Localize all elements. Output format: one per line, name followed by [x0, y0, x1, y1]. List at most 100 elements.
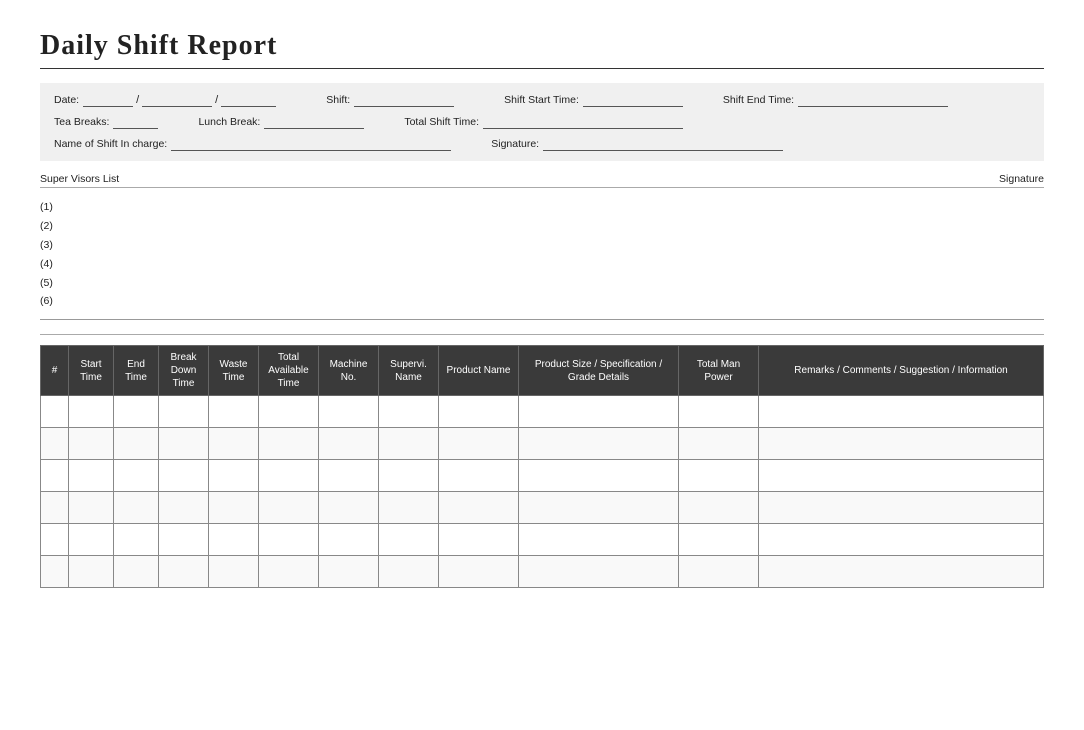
- form-section: Date: / / Shift: Shift Start Time: Shift…: [40, 83, 1044, 161]
- th-supervi-name: Supervi. Name: [379, 346, 439, 396]
- cell-start: [69, 428, 114, 460]
- total-shift-line: [483, 115, 683, 129]
- tea-breaks-field: Tea Breaks:: [54, 115, 158, 129]
- table-body: [41, 396, 1044, 588]
- cell-product-size: [519, 396, 679, 428]
- cell-breakdown: [159, 428, 209, 460]
- cell-product: [439, 556, 519, 588]
- th-start-time: Start Time: [69, 346, 114, 396]
- cell-num: [41, 460, 69, 492]
- cell-start: [69, 556, 114, 588]
- cell-product: [439, 492, 519, 524]
- cell-breakdown: [159, 492, 209, 524]
- cell-total-man: [679, 460, 759, 492]
- cell-product: [439, 460, 519, 492]
- shift-end-label: Shift End Time:: [723, 94, 794, 106]
- cell-breakdown: [159, 460, 209, 492]
- cell-start: [69, 460, 114, 492]
- cell-start: [69, 396, 114, 428]
- cell-total-man: [679, 428, 759, 460]
- shift-end-field: Shift End Time:: [723, 93, 948, 107]
- cell-machine: [319, 460, 379, 492]
- cell-total-man: [679, 556, 759, 588]
- cell-product-size: [519, 556, 679, 588]
- cell-total-avail: [259, 460, 319, 492]
- date-sep2: /: [215, 94, 218, 106]
- cell-total-avail: [259, 428, 319, 460]
- cell-remarks: [759, 492, 1044, 524]
- title-divider: [40, 68, 1044, 69]
- list-item: (6): [40, 292, 1044, 311]
- date-label: Date:: [54, 94, 79, 106]
- cell-product-size: [519, 428, 679, 460]
- supervisors-section: Super Visors List Signature (1) (2) (3) …: [40, 171, 1044, 320]
- supervisors-list-label: Super Visors List: [40, 173, 119, 185]
- cell-waste: [209, 492, 259, 524]
- table-row: [41, 396, 1044, 428]
- tea-breaks-line: [113, 115, 158, 129]
- cell-num: [41, 428, 69, 460]
- cell-product: [439, 428, 519, 460]
- date-sep1: /: [136, 94, 139, 106]
- cell-machine: [319, 492, 379, 524]
- cell-end: [114, 492, 159, 524]
- cell-product-size: [519, 524, 679, 556]
- supervisors-signature-label: Signature: [999, 173, 1044, 185]
- shift-field: Shift:: [326, 93, 454, 107]
- th-num: #: [41, 346, 69, 396]
- table-row: [41, 428, 1044, 460]
- shift-start-label: Shift Start Time:: [504, 94, 579, 106]
- lunch-break-label: Lunch Break:: [198, 116, 260, 128]
- shift-end-line: [798, 93, 948, 107]
- cell-end: [114, 460, 159, 492]
- cell-end: [114, 556, 159, 588]
- cell-supervi: [379, 492, 439, 524]
- list-item: (3): [40, 236, 1044, 255]
- cell-machine: [319, 396, 379, 428]
- cell-num: [41, 492, 69, 524]
- date-year-line: [221, 93, 276, 107]
- shift-start-line: [583, 93, 683, 107]
- cell-num: [41, 556, 69, 588]
- total-shift-label: Total Shift Time:: [404, 116, 479, 128]
- th-total-man-power: Total Man Power: [679, 346, 759, 396]
- cell-end: [114, 396, 159, 428]
- cell-total-avail: [259, 524, 319, 556]
- cell-waste: [209, 460, 259, 492]
- cell-total-avail: [259, 492, 319, 524]
- name-line: [171, 137, 451, 151]
- cell-breakdown: [159, 524, 209, 556]
- list-item: (2): [40, 217, 1044, 236]
- name-field: Name of Shift In charge:: [54, 137, 451, 151]
- th-product-size: Product Size / Specification / Grade Det…: [519, 346, 679, 396]
- th-break-down-time: Break Down Time: [159, 346, 209, 396]
- cell-remarks: [759, 428, 1044, 460]
- cell-remarks: [759, 460, 1044, 492]
- cell-remarks: [759, 556, 1044, 588]
- th-machine-no: Machine No.: [319, 346, 379, 396]
- section-divider: [40, 334, 1044, 335]
- cell-num: [41, 396, 69, 428]
- cell-machine: [319, 556, 379, 588]
- signature-field: Signature:: [491, 137, 783, 151]
- table-row: [41, 492, 1044, 524]
- total-shift-field: Total Shift Time:: [404, 115, 683, 129]
- supervisors-list: (1) (2) (3) (4) (5) (6): [40, 194, 1044, 315]
- cell-waste: [209, 428, 259, 460]
- cell-supervi: [379, 396, 439, 428]
- cell-waste: [209, 396, 259, 428]
- cell-machine: [319, 524, 379, 556]
- cell-waste: [209, 524, 259, 556]
- date-day-line: [83, 93, 133, 107]
- shift-label: Shift:: [326, 94, 350, 106]
- shift-line: [354, 93, 454, 107]
- th-product-name: Product Name: [439, 346, 519, 396]
- th-waste-time: Waste Time: [209, 346, 259, 396]
- shift-start-field: Shift Start Time:: [504, 93, 683, 107]
- form-row-2: Tea Breaks: Lunch Break: Total Shift Tim…: [54, 115, 1030, 129]
- cell-end: [114, 524, 159, 556]
- date-inputs: / /: [83, 93, 276, 107]
- cell-total-avail: [259, 556, 319, 588]
- table-row: [41, 460, 1044, 492]
- cell-supervi: [379, 524, 439, 556]
